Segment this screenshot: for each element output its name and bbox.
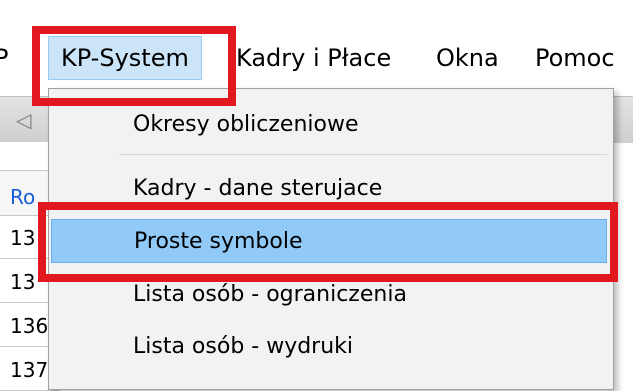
annotation-box-item	[38, 202, 618, 282]
menu-item-okresy-obliczeniowe[interactable]: Okresy obliczeniowe	[51, 103, 607, 147]
grid-cell: 13	[10, 226, 36, 250]
menu-okna[interactable]: Okna	[436, 42, 499, 74]
menu-separator	[119, 154, 607, 155]
menu-item-partial[interactable]: P	[0, 42, 8, 74]
menu-item-label: Okresy obliczeniowe	[133, 112, 359, 137]
menu-item-lista-osob-wydruki[interactable]: Lista osób - wydruki	[51, 325, 607, 369]
scroll-left-arrow-icon[interactable]: ◁	[16, 108, 31, 132]
annotation-box-menu	[32, 26, 236, 106]
grid-cell: 13	[10, 270, 36, 294]
menu-item-label: Lista osób - wydruki	[133, 334, 354, 359]
grid-cell: 137	[10, 358, 49, 382]
grid-header-label: Ro	[10, 185, 36, 209]
menu-kadry-i-place[interactable]: Kadry i Płace	[236, 42, 391, 74]
menu-pomoc[interactable]: Pomoc	[535, 42, 615, 74]
grid-cell: 136	[10, 314, 49, 338]
